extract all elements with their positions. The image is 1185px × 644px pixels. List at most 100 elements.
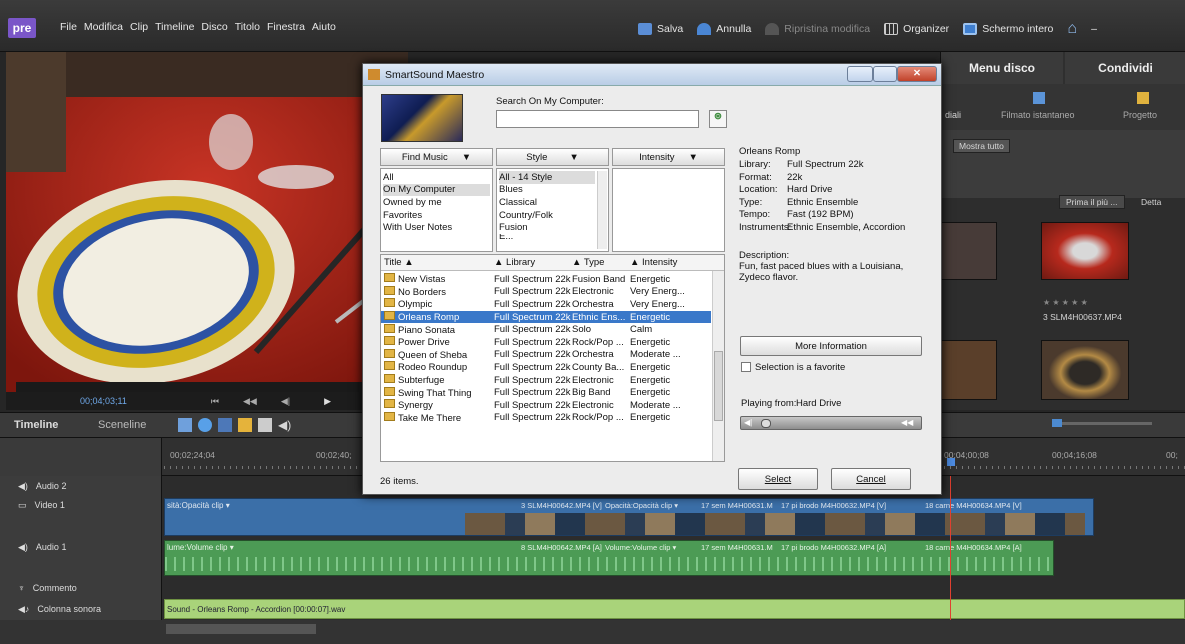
menu-titolo[interactable]: Titolo — [235, 21, 260, 33]
table-row[interactable]: Synergy Full Spectrum 22k Electronic Modera… — [381, 399, 711, 412]
transitions-icon[interactable] — [218, 418, 232, 432]
undo-button[interactable]: Annulla — [697, 23, 751, 35]
style-item[interactable]: E... — [499, 234, 606, 240]
table-row[interactable]: Power Drive Full Spectrum 22k Rock/Pop ...… — [381, 336, 711, 349]
column-type[interactable]: ▲ Type — [572, 257, 630, 268]
task-instant-movie[interactable]: Filmato istantaneo — [1001, 110, 1075, 120]
timeline-scrollbar[interactable] — [0, 620, 1185, 644]
minimize-button[interactable] — [847, 66, 873, 82]
favorite-checkbox[interactable] — [741, 362, 751, 372]
preview-player[interactable]: ◀| ◀◀ — [740, 416, 922, 430]
style-item[interactable]: Fusion — [499, 221, 606, 234]
step-back-icon[interactable]: ⏮ — [211, 396, 219, 407]
select-button[interactable]: Select — [738, 468, 818, 490]
zoom-out-icon[interactable] — [1052, 419, 1062, 427]
table-row[interactable]: Take Me There Full Spectrum 22k Rock/Pop .… — [381, 411, 711, 425]
media-thumb-2[interactable] — [1041, 222, 1129, 280]
detail-checkbox[interactable]: Detta — [1141, 197, 1161, 207]
find-music-dropdown[interactable]: Find Music ▼ — [380, 148, 493, 166]
speaker-icon[interactable]: ◀) — [18, 542, 28, 553]
table-row[interactable]: New Vistas Full Spectrum 22k Fusion Band En… — [381, 273, 711, 286]
menu-disco[interactable]: Disco — [201, 21, 227, 33]
rewind-icon[interactable]: ◀◀ — [243, 396, 257, 407]
menu-timeline[interactable]: Timeline — [155, 21, 194, 33]
task-project[interactable]: Progetto — [1123, 110, 1157, 120]
close-button[interactable]: ✕ — [897, 66, 937, 82]
style-item[interactable]: All - 14 Style — [499, 171, 595, 184]
table-scrollbar[interactable] — [712, 271, 724, 461]
volume-icon[interactable]: ◀◀ — [901, 418, 913, 427]
scroll-thumb[interactable] — [714, 351, 723, 421]
source-item[interactable]: Owned by me — [383, 196, 490, 209]
table-row[interactable]: Rodeo Roundup Full Spectrum 22k County Ba.… — [381, 361, 711, 374]
tab-menu-disco[interactable]: Menu disco — [941, 52, 1063, 84]
audio-mixer-icon[interactable]: ◀) — [278, 418, 291, 432]
media-thumb-4[interactable] — [1041, 340, 1129, 400]
table-row[interactable]: Subterfuge Full Spectrum 22k Electronic Ene… — [381, 374, 711, 387]
menu-modifica[interactable]: Modifica — [84, 21, 123, 33]
rating-stars[interactable]: ★ ★ ★ ★ ★ — [1043, 298, 1088, 307]
tab-condividi[interactable]: Condividi — [1065, 52, 1185, 84]
zoom-slider[interactable] — [1052, 422, 1152, 425]
source-item[interactable]: All — [383, 171, 490, 184]
organizer-button[interactable]: Organizer — [884, 23, 949, 35]
play-icon[interactable]: ◀| — [744, 418, 752, 427]
effects-icon[interactable] — [198, 418, 212, 432]
source-item[interactable]: On My Computer — [383, 183, 490, 197]
style-item[interactable]: Classical — [499, 196, 606, 209]
video-clip[interactable]: sità:Opacità clip ▾ 3 SLM4H00642.MP4 [V]… — [164, 498, 1094, 536]
play-icon[interactable]: ▶ — [324, 396, 331, 407]
playhead-handle[interactable] — [947, 458, 955, 466]
task-label-left[interactable]: diali — [945, 110, 961, 120]
titles-icon[interactable] — [238, 418, 252, 432]
cancel-button[interactable]: Cancel — [831, 468, 911, 490]
style-item[interactable]: Blues — [499, 184, 606, 197]
audio-clip[interactable]: lume:Volume clip ▾ 8 SLM4H00642.MP4 [A] … — [164, 540, 1055, 576]
prev-frame-icon[interactable]: ◀| — [281, 396, 290, 407]
redo-button[interactable]: Ripristina modifica — [765, 23, 870, 35]
music-icon[interactable]: ◀♪ — [18, 604, 29, 615]
instant-movie-icon[interactable] — [1033, 92, 1045, 104]
style-scrollbar[interactable] — [597, 171, 607, 249]
more-information-button[interactable]: More Information — [740, 336, 922, 356]
player-slider[interactable] — [761, 419, 771, 428]
home-button[interactable]: ⌂ — [1067, 20, 1077, 38]
sort-dropdown[interactable]: Prima il più ... — [1059, 195, 1125, 209]
column-library[interactable]: ▲ Library — [494, 257, 572, 268]
intensity-dropdown[interactable]: Intensity ▼ — [612, 148, 725, 166]
tab-timeline[interactable]: Timeline — [14, 419, 58, 431]
project-icon[interactable] — [1137, 92, 1149, 104]
soundtrack-clip[interactable]: Sound - Orleans Romp - Accordion [00:00:… — [164, 599, 1185, 619]
menu-file[interactable]: File — [60, 21, 77, 33]
column-intensity[interactable]: ▲ Intensity — [630, 257, 702, 268]
table-row[interactable]: Olympic Full Spectrum 22k Orchestra Very En… — [381, 298, 711, 311]
style-dropdown[interactable]: Style ▼ — [496, 148, 609, 166]
table-row[interactable]: Piano Sonata Full Spectrum 22k Solo Calm — [381, 323, 711, 336]
search-icon[interactable]: ⊛ — [709, 110, 727, 128]
marker-icon[interactable] — [258, 418, 272, 432]
selection-tool-icon[interactable] — [178, 418, 192, 432]
show-all-button[interactable]: Mostra tutto — [953, 139, 1010, 153]
tab-sceneline[interactable]: Sceneline — [98, 419, 146, 431]
menu-finestra[interactable]: Finestra — [267, 21, 305, 33]
table-row[interactable]: Queen of Sheba Full Spectrum 22k Orchestra… — [381, 348, 711, 362]
speaker-icon[interactable]: ◀) — [18, 481, 28, 492]
save-button[interactable]: Salva — [638, 23, 683, 35]
source-item[interactable]: Favorites — [383, 209, 490, 222]
table-row[interactable]: Swing That Thing Full Spectrum 22k Big Ban… — [381, 386, 711, 399]
maximize-button[interactable] — [873, 66, 897, 82]
table-row[interactable]: No Borders Full Spectrum 22k Electronic Ver… — [381, 285, 711, 299]
search-input[interactable] — [496, 110, 699, 128]
film-icon[interactable]: ▭ — [18, 500, 27, 511]
style-item[interactable]: Country/Folk — [499, 209, 606, 222]
microphone-icon[interactable]: ♆ — [18, 583, 25, 593]
minimize-button[interactable]: – — [1091, 23, 1097, 35]
fullscreen-button[interactable]: Schermo intero — [963, 23, 1053, 35]
media-thumb-1[interactable] — [941, 222, 997, 280]
media-thumb-3[interactable] — [941, 340, 997, 400]
menu-aiuto[interactable]: Aiuto — [312, 21, 336, 33]
source-item[interactable]: With User Notes — [383, 221, 490, 234]
column-title[interactable]: Title ▲ — [381, 257, 494, 268]
table-row[interactable]: Orleans Romp Full Spectrum 22k Ethnic Ens.… — [381, 310, 711, 324]
menu-clip[interactable]: Clip — [130, 21, 148, 33]
